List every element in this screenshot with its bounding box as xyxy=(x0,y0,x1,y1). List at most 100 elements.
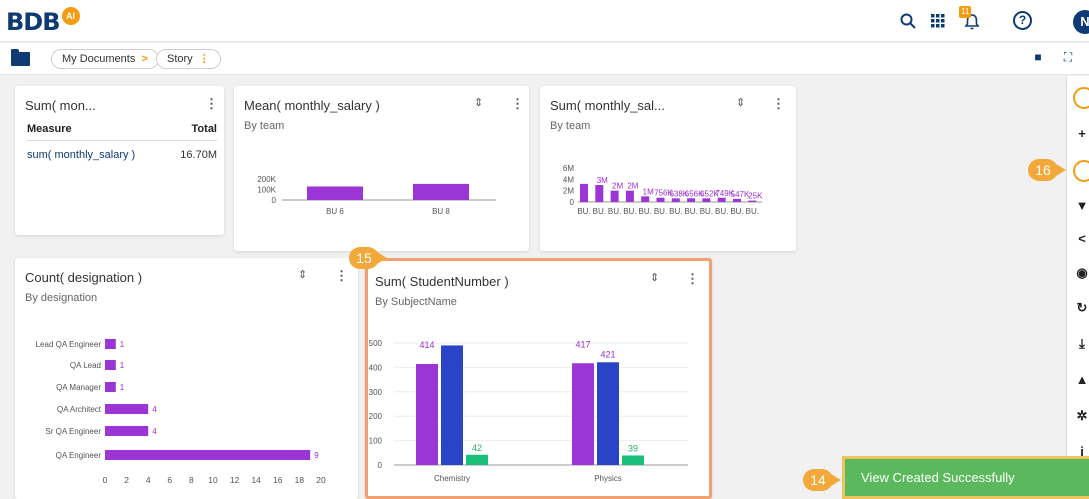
student-number-card[interactable]: Sum( StudentNumber ) By SubjectName ⇕ ⋮ … xyxy=(365,258,712,499)
bar xyxy=(105,382,116,392)
bar xyxy=(441,345,463,465)
card-subtitle: By team xyxy=(550,120,591,132)
card-title: Sum( StudentNumber ) xyxy=(375,274,509,289)
y-tick-label: 100 xyxy=(369,437,383,446)
y-tick-label: 200 xyxy=(369,412,383,421)
bar xyxy=(610,190,619,202)
x-tick-label: 4 xyxy=(146,475,151,485)
data-label: 414 xyxy=(419,340,434,350)
data-label: 4 xyxy=(152,405,157,414)
chevron-right-icon: > xyxy=(141,53,148,65)
y-tick-label: 0 xyxy=(272,196,277,205)
cell-total: 16.70M xyxy=(180,149,217,161)
x-tick-label: BU. xyxy=(577,207,590,216)
logo-text: BDB xyxy=(6,8,61,36)
table-card[interactable]: Sum( mon... ⋮ Measure Total sum( monthly… xyxy=(15,86,224,235)
card-title: Mean( monthly_salary ) xyxy=(244,98,380,113)
card-subtitle: By designation xyxy=(25,292,98,304)
search-icon[interactable] xyxy=(898,11,918,31)
x-tick-label: Physics xyxy=(594,474,622,483)
x-tick-label: 2 xyxy=(124,475,129,485)
story-menu-icon[interactable]: ⋮ xyxy=(199,53,210,65)
data-label: 421 xyxy=(600,349,615,359)
sort-icon[interactable]: ⇕ xyxy=(650,271,659,284)
x-tick-label: BU. xyxy=(700,207,713,216)
column-header-measure: Measure xyxy=(27,123,72,135)
export-icon[interactable]: ⤓ xyxy=(1074,336,1089,352)
card-menu-icon[interactable]: ⋮ xyxy=(205,96,218,112)
step-16-badge: 16 xyxy=(1028,159,1066,181)
breadcrumb-story[interactable]: Story ⋮ xyxy=(156,49,221,69)
toast-message: View Created Successfully xyxy=(861,470,1015,485)
filter-icon[interactable]: ▼ xyxy=(1074,198,1089,214)
y-tick-label: 2M xyxy=(563,187,574,196)
card-subtitle: By team xyxy=(244,120,285,132)
sort-icon[interactable]: ⇕ xyxy=(298,268,307,281)
refresh-icon[interactable]: ↻ xyxy=(1074,300,1089,316)
x-tick-label: BU. xyxy=(593,207,606,216)
settings-icon[interactable]: ✲ xyxy=(1074,408,1089,424)
y-tick-label: 200K xyxy=(257,175,276,184)
y-tick-label: QA Architect xyxy=(57,405,102,414)
x-tick-label: 12 xyxy=(230,475,240,485)
save-icon[interactable] xyxy=(1073,160,1089,182)
bar xyxy=(597,362,619,465)
user-avatar[interactable]: N xyxy=(1073,10,1089,34)
count-designation-card[interactable]: Count( designation ) By designation ⇕ ⋮ … xyxy=(15,258,358,499)
y-tick-label: 0 xyxy=(570,198,575,207)
data-label: 547K xyxy=(731,190,750,199)
y-tick-label: Lead QA Engineer xyxy=(36,340,102,349)
circle-icon[interactable] xyxy=(1073,87,1089,109)
bell-icon[interactable]: ▲ xyxy=(1074,372,1089,388)
y-tick-label: 0 xyxy=(378,461,383,470)
bar xyxy=(595,185,604,202)
card-menu-icon[interactable]: ⋮ xyxy=(335,268,348,284)
apps-grid-icon[interactable] xyxy=(928,11,948,31)
data-label: 39 xyxy=(628,443,638,453)
x-tick-label: 0 xyxy=(103,475,108,485)
sort-icon[interactable]: ⇕ xyxy=(736,96,745,109)
bar xyxy=(572,363,594,465)
x-tick-label: 6 xyxy=(167,475,172,485)
card-title: Sum( mon... xyxy=(25,98,96,113)
plus-icon[interactable]: + xyxy=(1074,126,1089,142)
help-icon[interactable]: ? xyxy=(1013,11,1032,30)
folder-icon[interactable] xyxy=(11,49,30,66)
card-subtitle: By SubjectName xyxy=(375,296,457,308)
mean-salary-chart: 0100K 200K BU 6 BU 8 xyxy=(257,175,496,216)
bar xyxy=(641,196,650,202)
comment-icon[interactable]: ■ xyxy=(1031,50,1045,64)
step-15-badge: 15 xyxy=(349,247,387,269)
bar xyxy=(656,197,665,202)
eye-icon[interactable]: ◉ xyxy=(1074,265,1089,281)
card-title: Sum( monthly_sal... xyxy=(550,98,665,113)
y-tick-label: QA Engineer xyxy=(56,451,102,460)
y-tick-label: 4M xyxy=(563,175,574,184)
breadcrumb-label: My Documents xyxy=(62,53,136,65)
fullscreen-icon[interactable]: ⛶ xyxy=(1061,50,1075,64)
mean-salary-card[interactable]: Mean( monthly_salary ) By team ⇕ ⋮ 0 100K… xyxy=(234,86,529,251)
card-menu-icon[interactable]: ⋮ xyxy=(686,271,699,287)
count-designation-chart: Lead QA Engineer 1 QA Lead 1 QA Manager 1 QA A… xyxy=(36,339,326,485)
data-label: 1 xyxy=(120,340,125,349)
card-menu-icon[interactable]: ⋮ xyxy=(772,96,785,112)
success-toast: View Created Successfully xyxy=(842,456,1089,499)
bar xyxy=(105,360,116,370)
bar xyxy=(702,198,711,202)
sum-salary-card[interactable]: Sum( monthly_sal... By team ⇕ ⋮ 0 2M 4M 6M B… xyxy=(540,86,796,251)
y-tick-label: QA Lead xyxy=(70,361,101,370)
bar xyxy=(416,363,438,465)
right-toolbar: + ▼ < ◉ ↻ ⤓ ▲ ✲ i xyxy=(1066,76,1089,499)
data-label: 2M xyxy=(627,182,638,191)
y-tick-label: QA Manager xyxy=(56,383,101,392)
breadcrumb-my-documents[interactable]: My Documents > xyxy=(51,49,159,69)
breadcrumb-bar: My Documents > Story ⋮ xyxy=(0,43,1089,75)
card-menu-icon[interactable]: ⋮ xyxy=(511,96,524,112)
app-logo[interactable]: BDB AI xyxy=(6,7,80,36)
share-icon[interactable]: < xyxy=(1074,231,1089,247)
x-tick-label: 20 xyxy=(316,475,326,485)
bar xyxy=(625,190,634,202)
card-title: Count( designation ) xyxy=(25,270,143,285)
x-tick-label: BU. xyxy=(715,207,728,216)
sort-icon[interactable]: ⇕ xyxy=(474,96,483,109)
